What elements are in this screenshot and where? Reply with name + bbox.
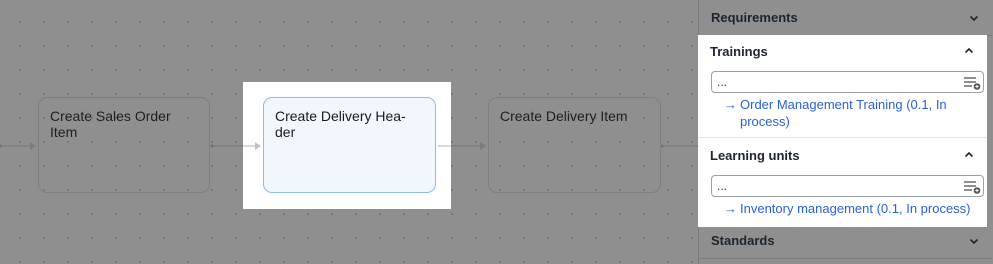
node-label: Create Delivery Item — [500, 108, 628, 124]
section-title: Learning units — [710, 147, 800, 163]
trainings-search-input[interactable]: ... — [711, 71, 984, 93]
input-value: ... — [717, 179, 728, 193]
arrow-right-icon: → — [724, 201, 737, 216]
chevron-down-icon[interactable] — [968, 235, 980, 247]
standards-section-header[interactable]: Standards — [699, 223, 992, 259]
chevron-up-icon[interactable] — [963, 45, 975, 57]
chevron-down-icon[interactable] — [968, 12, 980, 24]
learning-unit-link[interactable]: → Inventory management (0.1, In process) — [724, 200, 986, 217]
section-title: Requirements — [711, 10, 798, 25]
training-link[interactable]: → Order Management Training (0.1, In pro… — [724, 96, 974, 130]
process-canvas[interactable]: Create Sales Order Item Create Delivery … — [0, 0, 698, 264]
learning-units-section: Learning units ... → Inventory managemen… — [698, 139, 987, 217]
arrowhead-1 — [30, 142, 36, 150]
section-title: Standards — [711, 233, 775, 248]
learning-unit-link-label: Inventory management (0.1, In process) — [740, 201, 971, 216]
input-value: ... — [717, 75, 728, 89]
divider — [698, 137, 987, 138]
section-title: Trainings — [710, 43, 768, 59]
node-label: Create Delivery Hea-der — [275, 108, 406, 140]
chevron-up-icon[interactable] — [963, 149, 975, 161]
training-link-label: Order Management Training (0.1, In proce… — [740, 97, 947, 129]
trainings-section: Trainings ... → Order Management Trainin… — [698, 35, 987, 130]
filter-list-icon[interactable] — [962, 75, 982, 91]
filter-list-icon[interactable] — [962, 179, 982, 195]
learning-units-search-input[interactable]: ... — [711, 175, 984, 197]
process-node-delivery-item[interactable]: Create Delivery Item — [488, 97, 661, 193]
node-label: Create Sales Order Item — [50, 108, 171, 140]
process-node-delivery-header[interactable]: Create Delivery Hea-der — [263, 97, 436, 193]
process-node-sales-order-item[interactable]: Create Sales Order Item — [38, 97, 210, 193]
learning-units-section-header[interactable]: Learning units — [698, 139, 987, 171]
trainings-section-header[interactable]: Trainings — [698, 35, 987, 67]
requirements-section-header[interactable]: Requirements — [699, 0, 992, 36]
highlighted-panel-area: Trainings ... → Order Management Trainin… — [698, 35, 987, 227]
arrowhead-3 — [480, 142, 486, 150]
arrow-right-icon: → — [724, 97, 737, 112]
